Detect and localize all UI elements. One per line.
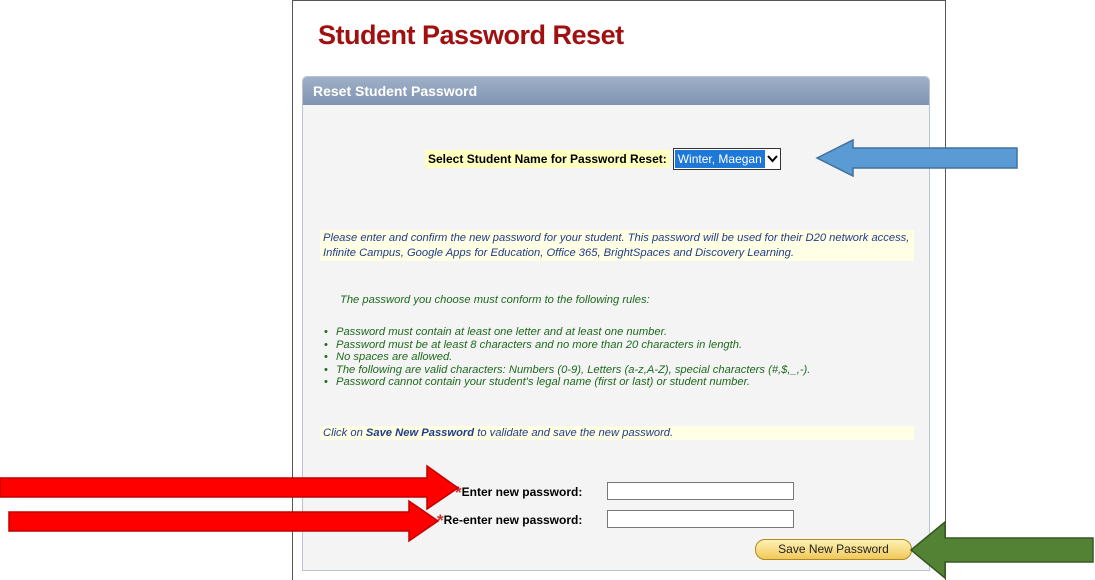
red-arrow-icon (8, 499, 440, 543)
red-arrow-icon (0, 464, 460, 511)
annotation-arrows (0, 138, 1094, 580)
green-arrow-icon (909, 520, 1094, 580)
blue-arrow-icon (815, 138, 1018, 178)
